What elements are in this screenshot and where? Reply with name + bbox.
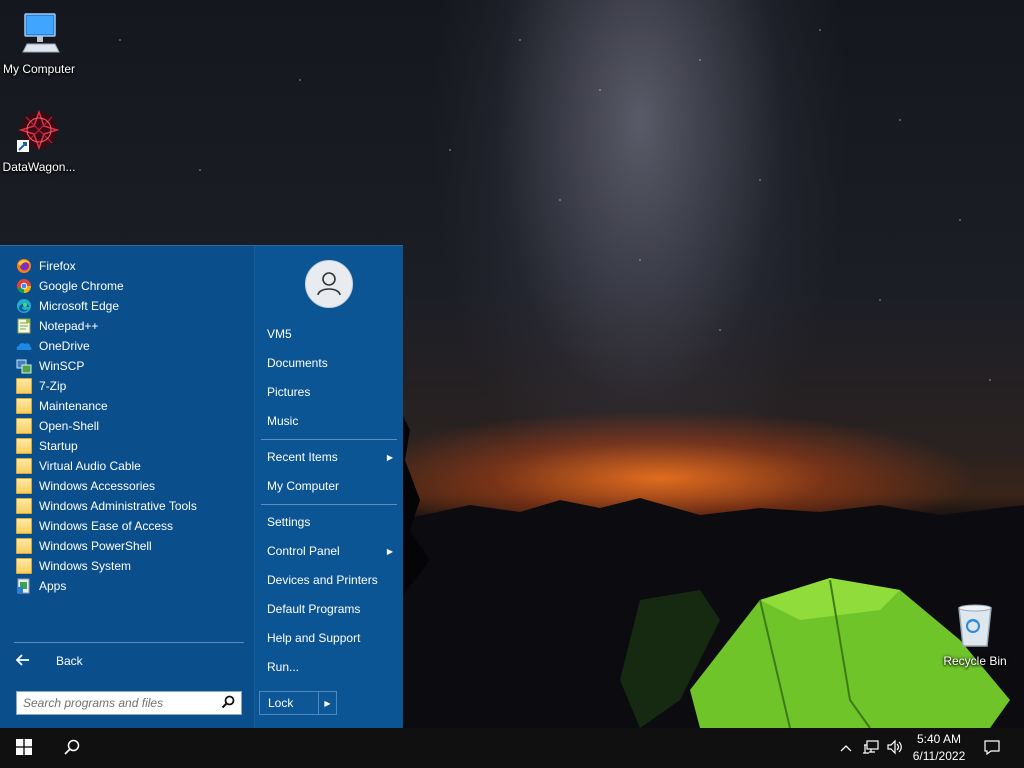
network-tray-button[interactable] [860,728,882,768]
program-item-winscp[interactable]: WinSCP [16,356,246,376]
desktop-icon-label: DataWagon... [2,160,76,174]
folder-icon [16,438,32,454]
action-center-button[interactable] [978,728,1006,768]
menu-item-recent-items[interactable]: Recent Items ▶ [267,446,397,468]
desktop-icon-label: My Computer [2,62,76,76]
apps-icon [16,578,32,594]
menu-item-user[interactable]: VM5 [267,323,397,345]
program-item-windows-ease-of-access[interactable]: Windows Ease of Access [16,516,246,536]
folder-icon [16,558,32,574]
program-list: Firefox Google Chrome Microsoft Edge Not… [16,256,246,596]
clock-time: 5:40 AM [916,732,962,746]
notification-icon [984,739,1000,758]
folder-icon [16,518,32,534]
show-hidden-icons-button[interactable] [836,728,856,768]
menu-item-devices-and-printers[interactable]: Devices and Printers [267,569,397,591]
program-item-virtual-audio-cable[interactable]: Virtual Audio Cable [16,456,246,476]
program-item-startup[interactable]: Startup [16,436,246,456]
folder-icon [16,378,32,394]
menu-item-run[interactable]: Run... [267,656,397,678]
taskbar-search-button[interactable] [52,728,92,768]
program-item-7zip[interactable]: 7-Zip [16,376,246,396]
chrome-icon [16,278,32,294]
program-item-windows-system[interactable]: Windows System [16,556,246,576]
menu-item-settings[interactable]: Settings [267,511,397,533]
program-item-google-chrome[interactable]: Google Chrome [16,276,246,296]
search-icon [64,739,80,758]
datawagon-logo-icon [15,108,63,156]
program-item-onedrive[interactable]: OneDrive [16,336,246,356]
menu-item-help-and-support[interactable]: Help and Support [267,627,397,649]
network-icon [863,739,879,758]
desktop-icon-datawagon[interactable]: DataWagon... [0,108,78,174]
lock-button[interactable]: Lock ▶ [259,691,337,715]
program-item-windows-administrative-tools[interactable]: Windows Administrative Tools [16,496,246,516]
recycle-bin-icon [951,602,999,650]
back-button[interactable]: Back [15,650,244,672]
menu-item-music[interactable]: Music [267,410,397,432]
desktop-icon-label: Recycle Bin [943,654,1007,668]
program-item-apps[interactable]: Apps [16,576,246,596]
winscp-icon [16,358,32,374]
folder-icon [16,538,32,554]
start-menu: Firefox Google Chrome Microsoft Edge Not… [0,245,403,729]
desktop-icon-my-computer[interactable]: My Computer [0,10,78,76]
program-item-microsoft-edge[interactable]: Microsoft Edge [16,296,246,316]
speaker-icon [887,739,903,758]
start-button[interactable] [4,728,44,768]
program-item-firefox[interactable]: Firefox [16,256,246,276]
firefox-icon [16,258,32,274]
back-arrow-icon [15,653,36,670]
search-box[interactable] [16,691,242,715]
notepadpp-icon [16,318,32,334]
volume-tray-button[interactable] [884,728,906,768]
windows-logo-icon [16,738,32,758]
taskbar: 5:40 AM 6/11/2022 [0,728,1024,768]
start-menu-places-pane: VM5 Documents Pictures Music Recent Item… [254,246,403,729]
clock-date: 6/11/2022 [912,749,966,763]
chevron-up-icon [840,741,852,755]
menu-item-control-panel[interactable]: Control Panel ▶ [267,540,397,562]
folder-icon [16,398,32,414]
menu-item-pictures[interactable]: Pictures [267,381,397,403]
program-item-windows-powershell[interactable]: Windows PowerShell [16,536,246,556]
submenu-arrow-icon: ▶ [386,546,393,556]
menu-item-documents[interactable]: Documents [267,352,397,374]
start-menu-programs-pane: Firefox Google Chrome Microsoft Edge Not… [0,246,254,729]
desktop-icon-recycle-bin[interactable]: Recycle Bin [936,602,1014,668]
search-input[interactable] [23,696,221,710]
program-item-open-shell[interactable]: Open-Shell [16,416,246,436]
divider [14,642,244,643]
program-item-maintenance[interactable]: Maintenance [16,396,246,416]
program-item-notepadpp[interactable]: Notepad++ [16,316,246,336]
user-avatar-icon[interactable] [305,260,353,308]
divider [261,504,397,505]
submenu-arrow-icon: ▶ [386,452,393,462]
clock[interactable]: 5:40 AM 6/11/2022 [904,731,974,765]
folder-icon [16,418,32,434]
monitor-icon [15,10,63,58]
folder-icon [16,478,32,494]
menu-item-default-programs[interactable]: Default Programs [267,598,397,620]
back-label: Back [56,654,83,668]
edge-icon [16,298,32,314]
divider [261,439,397,440]
lock-options-arrow-icon[interactable]: ▶ [318,692,336,714]
program-item-windows-accessories[interactable]: Windows Accessories [16,476,246,496]
onedrive-icon [16,338,32,354]
folder-icon [16,498,32,514]
folder-icon [16,458,32,474]
search-icon[interactable] [221,695,235,712]
menu-item-my-computer[interactable]: My Computer [267,475,397,497]
